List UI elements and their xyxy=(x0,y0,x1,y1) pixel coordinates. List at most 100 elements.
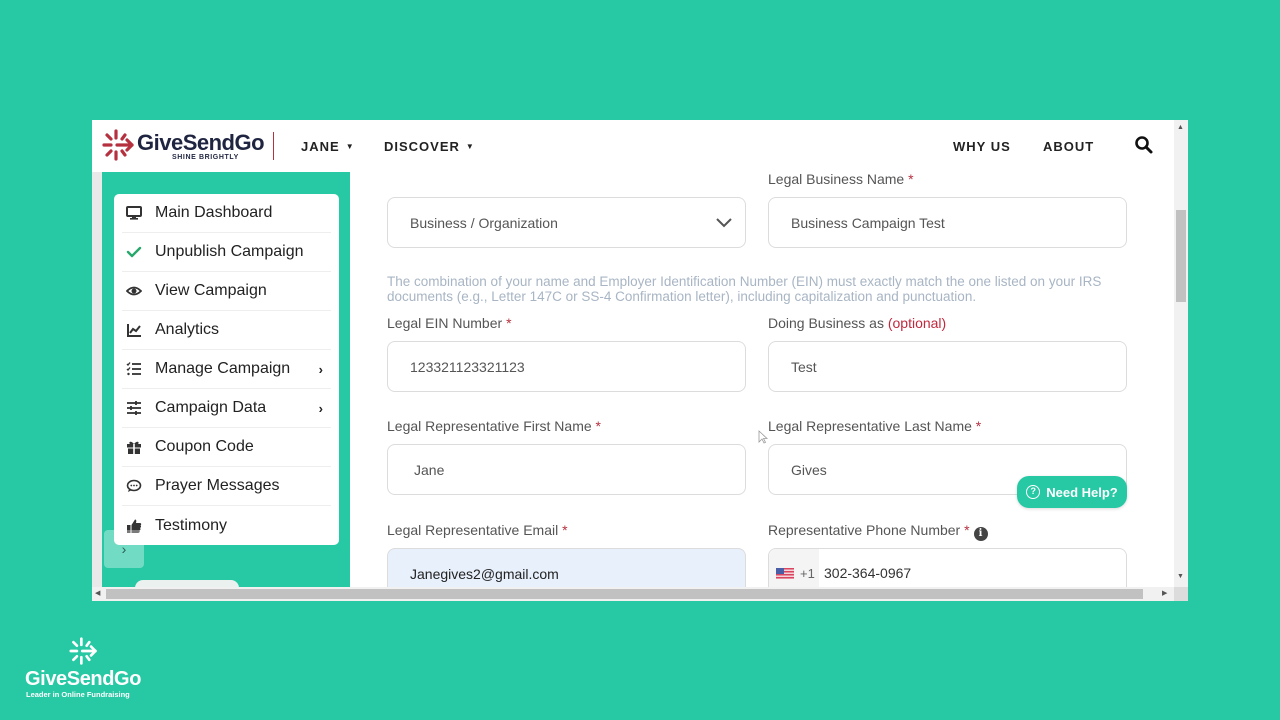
logo-divider xyxy=(273,132,274,160)
account-type-select[interactable]: Business / Organization xyxy=(387,197,746,248)
scroll-up-icon[interactable]: ▲ xyxy=(1177,124,1184,131)
scrollbar-corner xyxy=(1174,587,1188,601)
horizontal-scrollbar[interactable]: ◀ ▶ xyxy=(92,587,1174,601)
input-value: 302-364-0967 xyxy=(824,565,912,581)
last-name-label: Legal Representative Last Name * xyxy=(768,418,981,434)
chevron-right-icon: › xyxy=(318,401,323,416)
brand-tagline: Leader in Online Fundraising xyxy=(26,690,130,699)
nav-user-menu[interactable]: JANE ▼ xyxy=(301,139,355,154)
sidebar-item-label: Campaign Data xyxy=(155,399,267,416)
sidebar-menu: Main Dashboard Unpublish Campaign View C… xyxy=(114,194,339,545)
scrollbar-thumb[interactable] xyxy=(106,589,1143,599)
business-details-form: Business / Organization Legal Business N… xyxy=(350,171,1174,599)
input-value: Jane xyxy=(414,461,445,478)
sidebar-item-coupon-code[interactable]: Coupon Code xyxy=(122,428,331,467)
us-flag-icon xyxy=(776,568,794,579)
ein-label: Legal EIN Number * xyxy=(387,315,512,331)
vertical-scrollbar[interactable]: ▲ ▼ xyxy=(1174,120,1188,587)
top-navigation: GiveSendGo SHINE BRIGHTLY JANE ▼ DISCOVER… xyxy=(92,120,1174,172)
nav-discover-menu[interactable]: DISCOVER ▼ xyxy=(384,139,475,154)
sidebar-item-view-campaign[interactable]: View Campaign xyxy=(122,272,331,311)
input-value: Janegives2@gmail.com xyxy=(410,565,559,582)
sidebar-item-label: Unpublish Campaign xyxy=(155,243,304,260)
email-label: Legal Representative Email * xyxy=(387,522,568,538)
label-text: Representative Phone Number xyxy=(768,522,961,538)
sidebar-item-prayer-messages[interactable]: Prayer Messages xyxy=(122,467,331,506)
sidebar-item-label: View Campaign xyxy=(155,282,267,299)
chevron-right-icon: › xyxy=(318,362,323,377)
caret-down-icon: ▼ xyxy=(465,142,475,151)
required-marker: * xyxy=(595,418,601,434)
sidebar-collapse-button[interactable]: › xyxy=(104,530,144,568)
logo-name: GiveSendGo xyxy=(137,130,265,155)
caret-down-icon: ▼ xyxy=(345,142,355,151)
sidebar-item-manage-campaign[interactable]: Manage Campaign › xyxy=(122,350,331,389)
input-value: Gives xyxy=(791,461,827,478)
label-text: Legal Representative Email xyxy=(387,522,559,538)
list-check-icon xyxy=(126,361,142,377)
optional-marker: (optional) xyxy=(887,315,947,331)
sidebar-item-label: Manage Campaign xyxy=(155,360,291,377)
chart-line-icon xyxy=(126,322,142,338)
sidebar-item-analytics[interactable]: Analytics xyxy=(122,311,331,350)
required-marker: * xyxy=(964,522,970,538)
browser-window: GiveSendGo SHINE BRIGHTLY JANE ▼ DISCOVER… xyxy=(92,120,1188,601)
sidebar-item-testimony[interactable]: Testimony xyxy=(122,506,331,545)
scroll-right-icon[interactable]: ▶ xyxy=(1162,589,1167,597)
question-circle-icon: ? xyxy=(1026,485,1041,499)
sidebar: Main Dashboard Unpublish Campaign View C… xyxy=(102,172,350,590)
logo-burst-icon xyxy=(102,129,134,161)
legal-business-name-input[interactable]: Business Campaign Test xyxy=(768,197,1127,248)
scroll-down-icon[interactable]: ▼ xyxy=(1177,573,1184,580)
nav-about[interactable]: ABOUT xyxy=(1043,139,1094,154)
sidebar-item-label: Coupon Code xyxy=(155,438,254,455)
search-icon[interactable] xyxy=(1134,135,1154,155)
legal-business-name-label: Legal Business Name * xyxy=(768,171,914,187)
page-left-gutter xyxy=(92,172,102,587)
label-text: Legal EIN Number xyxy=(387,315,503,331)
dba-input[interactable]: Test xyxy=(768,341,1127,392)
chevron-down-icon xyxy=(716,218,732,228)
phone-label: Representative Phone Number * i xyxy=(768,522,988,541)
nav-user-label: JANE xyxy=(301,139,340,154)
scroll-left-icon[interactable]: ◀ xyxy=(95,589,100,597)
ein-input[interactable]: 123321123321123 xyxy=(387,341,746,392)
sidebar-item-campaign-data[interactable]: Campaign Data › xyxy=(122,389,331,428)
required-marker: * xyxy=(562,522,568,538)
monitor-icon xyxy=(126,205,142,221)
comment-icon xyxy=(126,478,142,494)
check-icon xyxy=(126,244,142,260)
sidebar-item-unpublish-campaign[interactable]: Unpublish Campaign xyxy=(122,233,331,272)
input-value: Business Campaign Test xyxy=(791,214,945,231)
required-marker: * xyxy=(908,171,914,187)
dba-label: Doing Business as (optional) xyxy=(768,315,946,331)
site-logo[interactable]: GiveSendGo SHINE BRIGHTLY xyxy=(102,128,272,164)
first-name-label: Legal Representative First Name * xyxy=(387,418,601,434)
input-value: 123321123321123 xyxy=(410,358,525,375)
gift-icon xyxy=(126,439,142,455)
label-text: Doing Business as xyxy=(768,315,884,331)
brand-watermark: GiveSendGo Leader in Online Fundraising xyxy=(24,636,149,702)
nav-why-us[interactable]: WHY US xyxy=(953,139,1011,154)
scrollbar-thumb[interactable] xyxy=(1176,210,1186,302)
ein-help-note: The combination of your name and Employe… xyxy=(387,274,1102,304)
sidebar-item-main-dashboard[interactable]: Main Dashboard xyxy=(122,194,331,233)
account-type-value: Business / Organization xyxy=(410,214,558,231)
sidebar-item-label: Prayer Messages xyxy=(155,477,280,494)
need-help-button[interactable]: ? Need Help? xyxy=(1017,476,1127,508)
chevron-right-icon: › xyxy=(121,541,127,557)
info-icon[interactable]: i xyxy=(973,527,988,541)
nav-discover-label: DISCOVER xyxy=(384,139,460,154)
label-text: Legal Representative First Name xyxy=(387,418,592,434)
need-help-label: Need Help? xyxy=(1046,484,1118,500)
mouse-cursor-icon xyxy=(758,430,768,444)
first-name-input[interactable]: Jane xyxy=(387,444,746,495)
required-marker: * xyxy=(506,315,512,331)
label-text: Legal Representative Last Name xyxy=(768,418,972,434)
sidebar-item-label: Main Dashboard xyxy=(155,204,273,221)
input-value: Test xyxy=(791,358,817,375)
logo-tagline: SHINE BRIGHTLY xyxy=(172,154,239,161)
label-text: Legal Business Name xyxy=(768,171,905,187)
logo-burst-icon xyxy=(69,637,97,665)
eye-icon xyxy=(126,283,142,299)
